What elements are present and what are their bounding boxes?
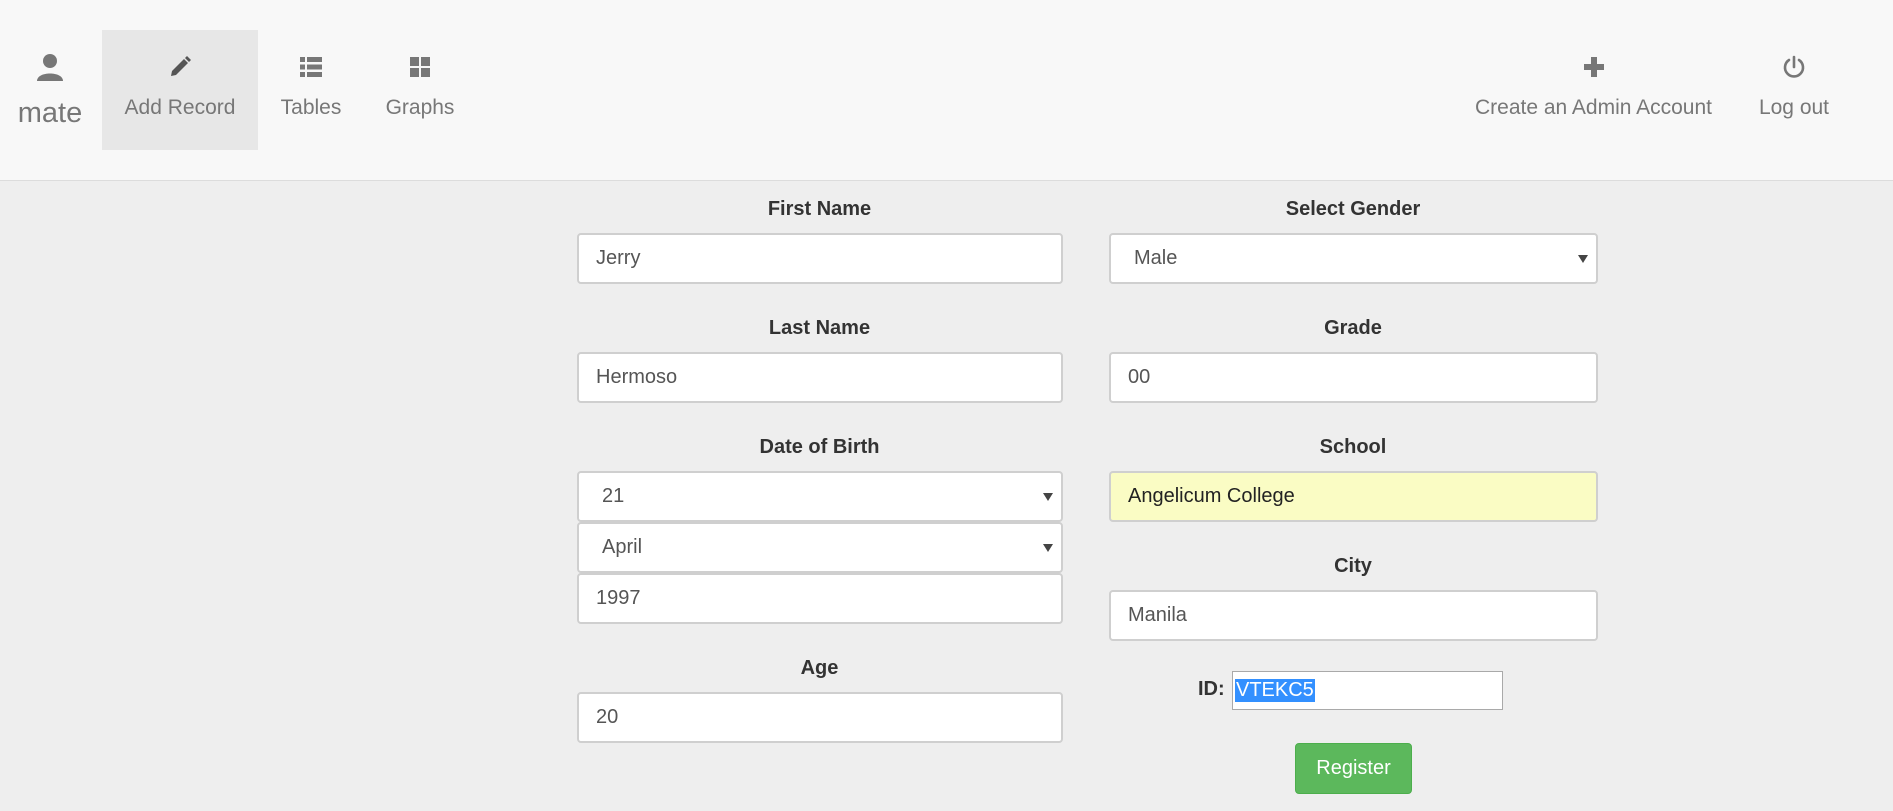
gender-label: Select Gender [1285, 198, 1421, 220]
nav-logout[interactable]: Log out [1732, 30, 1856, 150]
first-name-value: Jerry [596, 247, 641, 269]
dob-year-value: 1997 [596, 587, 641, 609]
grid-icon [409, 52, 431, 82]
nav-graphs-label: Graphs [385, 96, 455, 119]
city-input[interactable]: Manila [1109, 590, 1598, 641]
age-value: 20 [596, 706, 619, 728]
last-name-value: Hermoso [596, 366, 678, 388]
gender-select[interactable]: Male [1109, 233, 1598, 284]
first-name-input[interactable]: Jerry [577, 233, 1063, 284]
first-name-label: First Name [767, 198, 872, 220]
id-input[interactable]: VTEKC5 [1232, 671, 1503, 710]
gender-value: Male [1134, 247, 1178, 269]
pencil-icon [168, 52, 192, 82]
nav-graphs[interactable]: Graphs [364, 30, 476, 150]
dob-day-select[interactable]: 21 [577, 471, 1063, 522]
nav-add-record-label: Add Record [124, 96, 236, 119]
grade-label: Grade [1324, 317, 1382, 339]
list-icon [300, 52, 322, 82]
school-value: Angelicum College [1128, 485, 1295, 507]
register-button[interactable]: Register [1295, 743, 1412, 794]
user-icon [35, 52, 65, 87]
brand-label: mate [17, 97, 83, 129]
dob-month-value: April [602, 536, 643, 558]
city-label: City [1334, 555, 1372, 577]
dob-day-value: 21 [602, 485, 625, 507]
dob-month-select[interactable]: April [577, 522, 1063, 573]
school-input[interactable]: Angelicum College [1109, 471, 1598, 522]
chevron-down-icon [1043, 492, 1053, 501]
city-value: Manila [1128, 604, 1187, 626]
age-label: Age [800, 657, 839, 679]
age-input[interactable]: 20 [577, 692, 1063, 743]
navbar: mate Add Record Tables Graphs Create an … [0, 0, 1893, 181]
nav-add-record[interactable]: Add Record [102, 30, 258, 150]
id-value: VTEKC5 [1235, 679, 1315, 702]
dob-year-input[interactable]: 1997 [577, 573, 1063, 624]
school-label: School [1319, 436, 1387, 458]
chevron-down-icon [1043, 543, 1053, 552]
brand-user[interactable]: mate [0, 30, 100, 150]
power-icon [1782, 52, 1806, 82]
plus-icon [1583, 52, 1605, 82]
last-name-label: Last Name [768, 317, 871, 339]
nav-tables-label: Tables [280, 96, 342, 119]
grade-input[interactable]: 00 [1109, 352, 1598, 403]
nav-create-admin[interactable]: Create an Admin Account [1455, 30, 1732, 150]
dob-label: Date of Birth [759, 436, 880, 458]
grade-value: 00 [1128, 366, 1151, 388]
chevron-down-icon [1578, 254, 1588, 263]
id-label: ID: [1198, 678, 1225, 700]
last-name-input[interactable]: Hermoso [577, 352, 1063, 403]
nav-tables[interactable]: Tables [258, 30, 364, 150]
nav-logout-label: Log out [1758, 96, 1830, 119]
nav-create-admin-label: Create an Admin Account [1475, 96, 1712, 119]
